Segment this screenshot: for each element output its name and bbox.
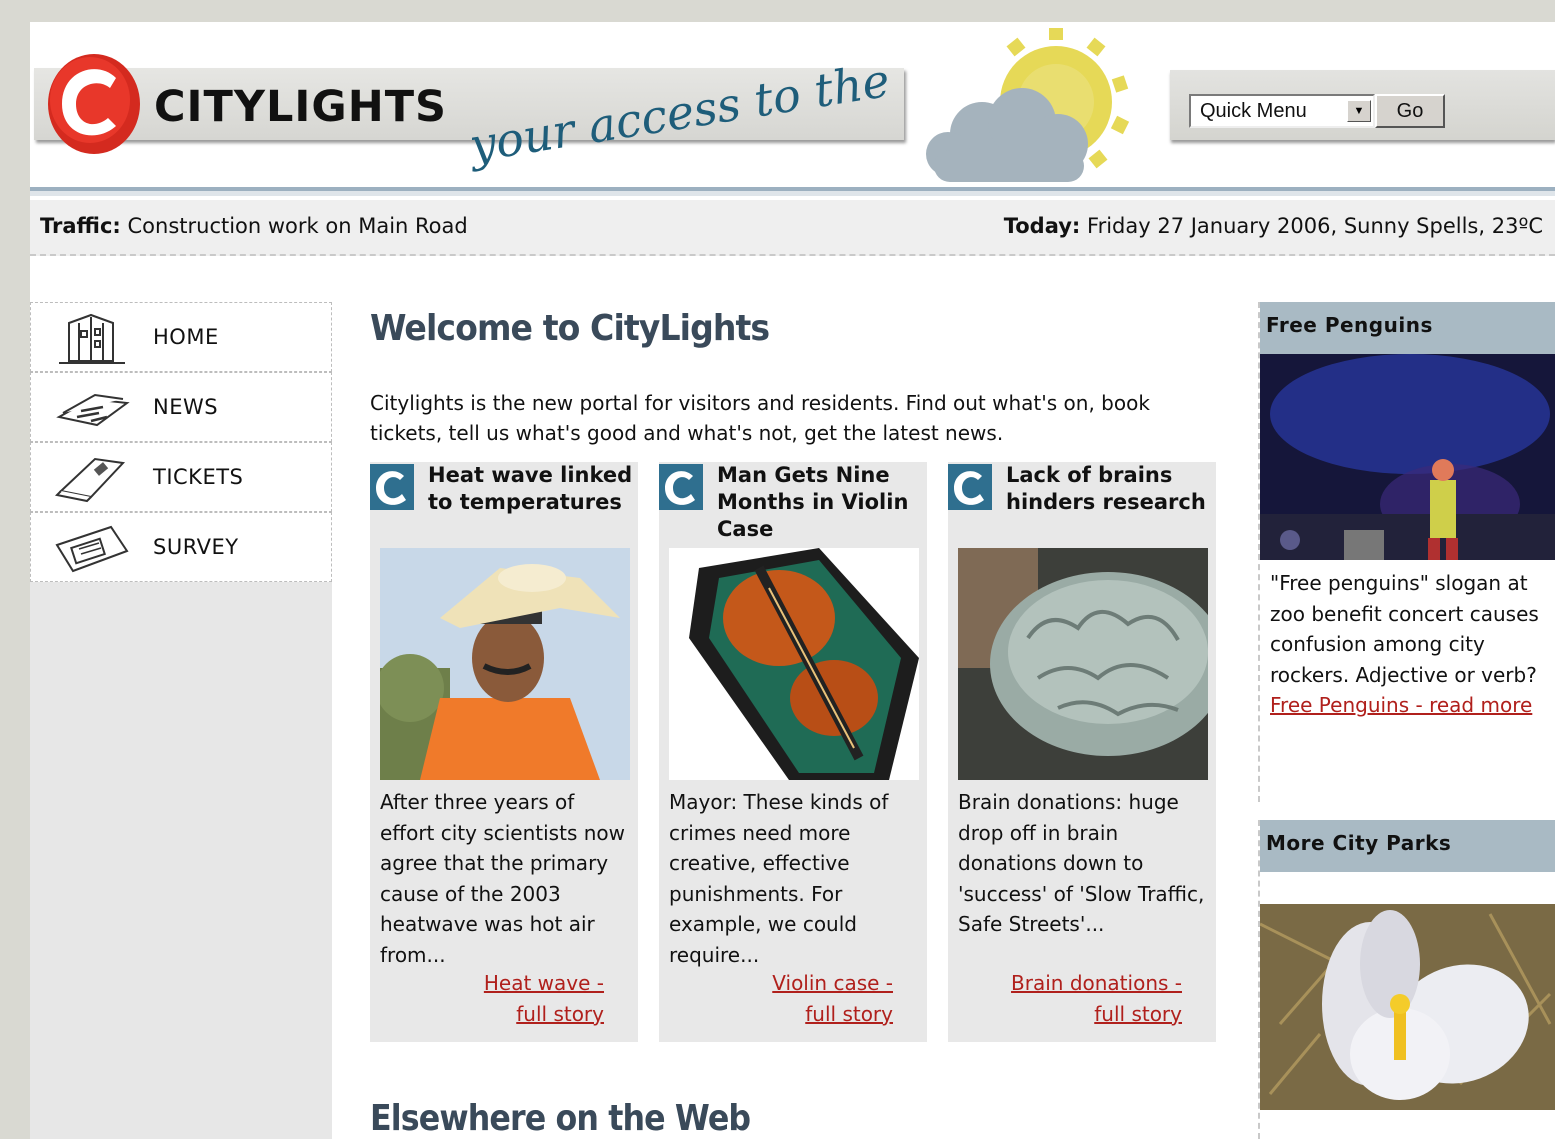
concert-photo: [1260, 354, 1555, 560]
building-icon: [59, 313, 125, 364]
citylights-c-icon: [370, 464, 414, 510]
nav-label-survey: SURVEY: [153, 535, 239, 559]
link-line[interactable]: full story: [404, 999, 604, 1030]
card-summary: After three years of effort city scienti…: [380, 790, 625, 967]
full-story-link[interactable]: Brain donations - full story: [982, 968, 1182, 1029]
full-story-link[interactable]: Violin case - full story: [693, 968, 893, 1029]
brain-model-photo: [958, 548, 1208, 780]
card-headline[interactable]: Heat wave linked to temperatures: [428, 462, 633, 516]
page-title: Welcome to CityLights: [370, 308, 770, 349]
panel-free-penguins: Free Penguins "Free penguins" slogan at …: [1258, 302, 1555, 802]
slogan-script: your access to the city: [464, 50, 900, 173]
link-line[interactable]: Violin case -: [693, 968, 893, 999]
traffic-text: Construction work on Main Road: [127, 214, 468, 238]
page: CITYLIGHTS your access to the city: [30, 22, 1555, 1139]
nav-item-news[interactable]: NEWS: [30, 372, 332, 442]
nav-label-home: HOME: [153, 325, 219, 349]
today-label: Today:: [1003, 214, 1081, 238]
citylights-logo-icon[interactable]: [46, 52, 142, 156]
news-card: Man Gets Nine Months in Violin Case Mayo…: [659, 462, 927, 1042]
card-summary: Brain donations: huge drop off in brain …: [958, 790, 1205, 936]
info-bar: Traffic: Construction work on Main Road …: [30, 200, 1555, 256]
survey-icon: [55, 525, 129, 573]
panel-heading: More City Parks: [1260, 820, 1555, 872]
svg-text:your access to the city: your access to the city: [464, 50, 900, 173]
newspaper-icon: [56, 393, 130, 427]
heatwave-photo: [380, 548, 630, 780]
card-headline[interactable]: Man Gets Nine Months in Violin Case: [717, 462, 922, 543]
nav-item-tickets[interactable]: TICKETS: [30, 442, 332, 512]
panel-more-city-parks: More City Parks: [1258, 820, 1555, 1139]
free-penguins-link[interactable]: Free Penguins - read more: [1260, 690, 1555, 721]
ticket-icon: [54, 457, 126, 503]
citylights-c-icon: [659, 464, 703, 510]
quick-menu-value: Quick Menu: [1200, 100, 1307, 122]
weather-sun-cloud-icon: [926, 28, 1130, 182]
full-story-link[interactable]: Heat wave - full story: [404, 968, 604, 1029]
nav-label-tickets: TICKETS: [153, 465, 244, 489]
violin-case-photo: [669, 548, 919, 780]
today-text: Friday 27 January 2006, Sunny Spells, 23…: [1087, 214, 1543, 238]
traffic-status: Traffic: Construction work on Main Road: [40, 214, 468, 238]
dropdown-arrow-icon[interactable]: ▼: [1347, 100, 1371, 122]
crocus-photo: [1259, 904, 1555, 1110]
elsewhere-heading: Elsewhere on the Web: [370, 1098, 751, 1139]
panel-heading: Free Penguins: [1260, 302, 1555, 354]
nav-item-home[interactable]: HOME: [30, 302, 332, 372]
site-header: CITYLIGHTS your access to the city: [30, 22, 1555, 190]
today-status: Today: Friday 27 January 2006, Sunny Spe…: [1004, 214, 1543, 238]
intro-text: Citylights is the new portal for visitor…: [370, 391, 1150, 445]
nav-label-news: NEWS: [153, 395, 219, 419]
go-button[interactable]: Go: [1375, 94, 1445, 128]
news-card: Heat wave linked to temperatures After t…: [370, 462, 638, 1042]
link-line[interactable]: Brain donations -: [982, 968, 1182, 999]
nav-item-survey[interactable]: SURVEY: [30, 512, 332, 582]
card-summary: Mayor: These kinds of crimes need more c…: [669, 790, 889, 967]
link-line[interactable]: Heat wave -: [404, 968, 604, 999]
panel-text: "Free penguins" slogan at zoo benefit co…: [1270, 571, 1539, 687]
citylights-c-icon: [948, 464, 992, 510]
quick-menu-select[interactable]: Quick Menu ▼: [1189, 94, 1375, 128]
left-sidebar: HOME NEWS TICKETS SURVEY: [30, 302, 332, 1139]
link-line[interactable]: full story: [982, 999, 1182, 1030]
link-line[interactable]: full story: [693, 999, 893, 1030]
header-divider: [30, 187, 1555, 196]
traffic-label: Traffic:: [40, 214, 121, 238]
news-card: Lack of brains hinders research Brain do…: [948, 462, 1216, 1042]
card-headline[interactable]: Lack of brains hinders research: [1006, 462, 1211, 516]
logo-wordmark: CITYLIGHTS: [154, 82, 448, 132]
